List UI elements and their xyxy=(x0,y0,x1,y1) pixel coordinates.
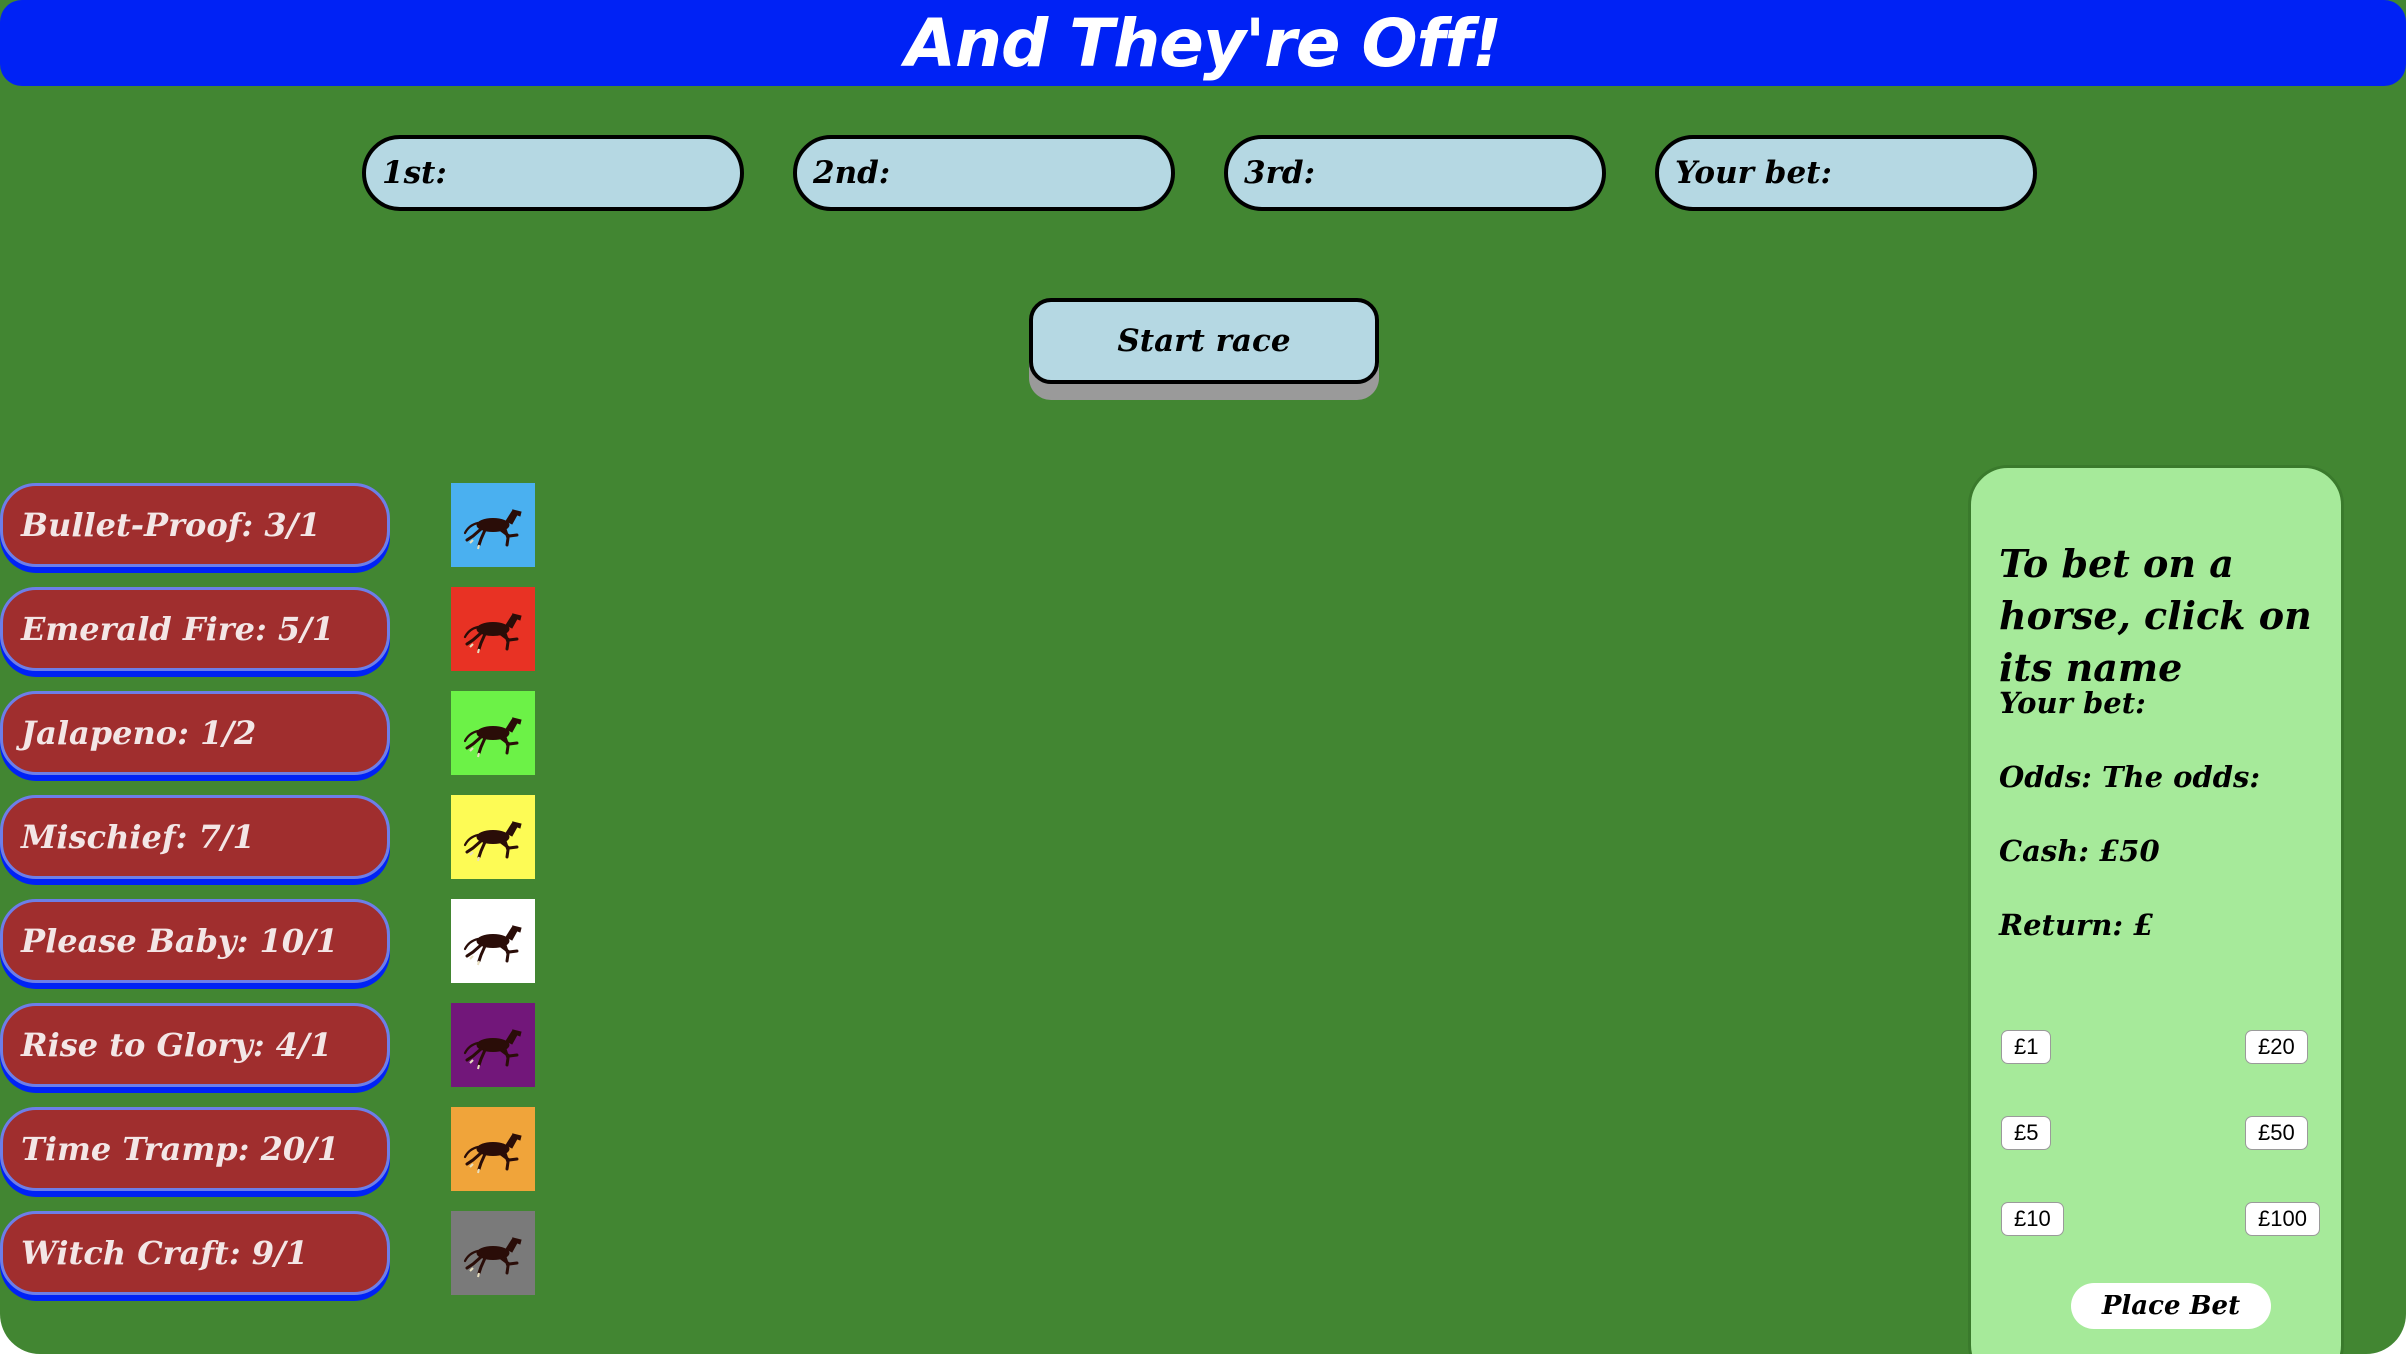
horse-icon xyxy=(451,795,535,879)
horse-button-witch-craft[interactable]: Witch Craft: 9/1 xyxy=(0,1211,390,1295)
horse-button-bullet-proof[interactable]: Bullet-Proof: 3/1 xyxy=(0,483,390,567)
horse-icon xyxy=(451,1003,535,1087)
your-bet-label: Your bet: xyxy=(1999,686,2146,720)
bet-20-button[interactable]: £20 xyxy=(2245,1030,2308,1064)
bet-1-button[interactable]: £1 xyxy=(2001,1030,2052,1064)
title-bar: And They're Off! xyxy=(0,0,2406,86)
horse-icon xyxy=(451,587,535,671)
bet-10-button[interactable]: £10 xyxy=(2001,1202,2064,1236)
horse-button-emerald-fire[interactable]: Emerald Fire: 5/1 xyxy=(0,587,390,671)
odds-label: Odds: The odds: xyxy=(1999,760,2261,794)
start-race-button[interactable]: Start race xyxy=(1029,298,1379,384)
bet-instructions: To bet on a horse, click on its name xyxy=(1999,541,2312,690)
horse-icon xyxy=(451,1107,535,1191)
return-label: Return: £ xyxy=(1999,908,2154,942)
cash-label: Cash: £50 xyxy=(1999,834,2160,868)
horse-button-time-tramp[interactable]: Time Tramp: 20/1 xyxy=(0,1107,390,1191)
horse-icon xyxy=(451,899,535,983)
your-bet-box: Your bet: xyxy=(1655,135,2037,211)
bet-panel: To bet on a horse, click on its name You… xyxy=(1968,465,2344,1354)
place-bet-button[interactable]: Place Bet xyxy=(2071,1283,2271,1329)
horse-button-mischief[interactable]: Mischief: 7/1 xyxy=(0,795,390,879)
second-place-box: 2nd: xyxy=(793,135,1175,211)
horse-icon xyxy=(451,1211,535,1295)
race-app: And They're Off! 1st: 2nd: 3rd: Your bet… xyxy=(0,0,2406,1354)
bet-5-button[interactable]: £5 xyxy=(2001,1116,2052,1150)
horse-icon xyxy=(451,483,535,567)
horse-icon xyxy=(451,691,535,775)
horse-button-jalapeno[interactable]: Jalapeno: 1/2 xyxy=(0,691,390,775)
first-place-box: 1st: xyxy=(362,135,744,211)
bet-50-button[interactable]: £50 xyxy=(2245,1116,2308,1150)
third-place-box: 3rd: xyxy=(1224,135,1606,211)
horse-button-rise-to-glory[interactable]: Rise to Glory: 4/1 xyxy=(0,1003,390,1087)
bet-100-button[interactable]: £100 xyxy=(2245,1202,2320,1236)
page-title: And They're Off! xyxy=(904,4,1502,82)
horse-button-please-baby[interactable]: Please Baby: 10/1 xyxy=(0,899,390,983)
